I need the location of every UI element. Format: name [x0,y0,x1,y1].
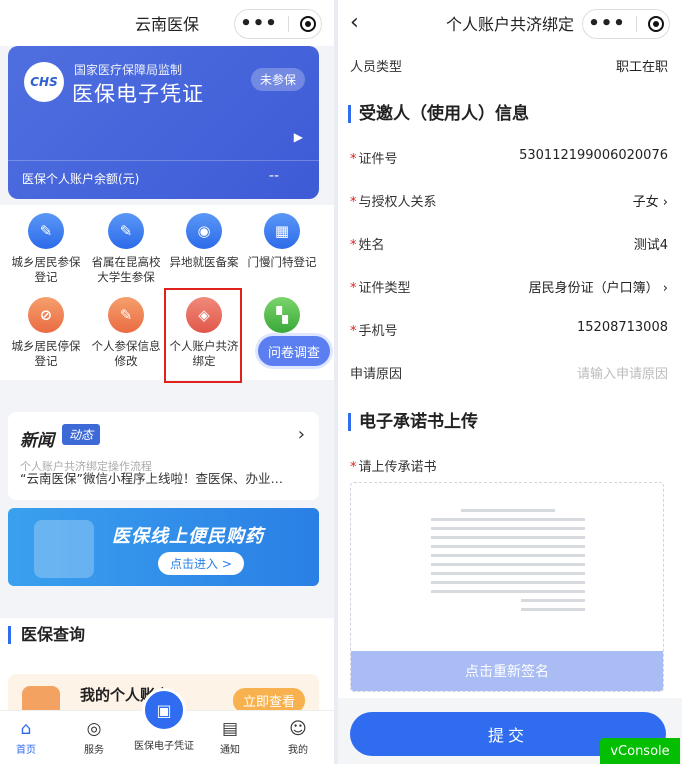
page-title: 个人账户共济绑定 [445,15,574,34]
card-title: 医保电子凭证 [72,82,204,106]
id-number-row[interactable]: * 证件号 530112199006020076 [338,140,682,174]
upload-label-row: * 请上传承诺书 [350,460,437,475]
vconsole-button[interactable]: vConsole [600,738,680,764]
edit-doc-icon: ✎ [108,297,144,333]
relationship-row[interactable]: * 与授权人关系 子女 › [338,183,682,217]
commitment-document-preview [421,497,595,647]
banner-title: 医保线上便民购药 [112,526,264,547]
tab-notice[interactable]: ▤ 通知 [200,717,260,756]
section-title-query: 医保查询 [8,626,85,644]
page-title: 云南医保 [134,15,199,34]
service-item-remote-treatment[interactable]: ◉ 异地就医备案 [164,213,244,270]
insurance-card[interactable]: CHS 国家医疗保障局监制 医保电子凭证 未参保 ▶ 医保个人账户余额(元) -… [8,46,319,199]
service-item-info-modify[interactable]: ✎ 个人参保信息修改 [86,297,166,369]
close-miniprogram-icon[interactable] [647,16,664,32]
location-pin-icon: ◉ [186,213,222,249]
chevron-right-icon: › [658,281,668,296]
stop-doc-icon: ⊘ [28,297,64,333]
shopping-cart-icon [34,520,94,578]
reason-row[interactable]: 申请原因 请输入申请原因 [338,355,682,389]
user-icon: ☺ [289,719,307,739]
service-item-stop-enroll[interactable]: ⊘ 城乡居民停保登记 [6,297,86,369]
nav-bar: 云南医保 ••• [0,0,334,46]
chs-logo: CHS [24,62,64,102]
resign-button[interactable]: 点击重新签名 [351,651,663,691]
commitment-upload-area[interactable]: 点击重新签名 [350,482,664,692]
notice-icon: ▤ [221,719,239,739]
edit-doc-icon: ✎ [28,213,64,249]
compass-icon: ◎ [86,719,102,739]
edit-doc-icon: ✎ [108,213,144,249]
nav-bar: ‹ 个人账户共济绑定 ••• [338,0,682,46]
qr-code-icon[interactable]: ▣ [142,688,186,732]
name-row[interactable]: * 姓名 测试4 [338,226,682,260]
chevron-right-icon[interactable]: › [298,424,305,445]
tab-service[interactable]: ◎ 服务 [64,717,124,756]
arrow-right-icon[interactable]: ▶ [294,130,303,144]
news-tag: 动态 [62,424,101,445]
pharmacy-banner[interactable]: 医保线上便民购药 点击进入 > [8,508,319,586]
service-item-more[interactable]: ▚ [242,297,322,339]
service-item-resident-enroll[interactable]: ✎ 城乡居民参保登记 [6,213,86,285]
survey-button[interactable]: 问卷调查 [258,336,330,366]
close-miniprogram-icon[interactable] [299,16,316,32]
status-badge: 未参保 [250,68,305,91]
home-icon: ⌂ [20,719,32,739]
apps-grid-icon: ▚ [264,297,300,333]
calendar-icon: ▦ [264,213,300,249]
mini-program-capsule: ••• [234,9,322,39]
service-item-chronic-register[interactable]: ▦ 门慢门特登记 [242,213,322,270]
section-title-upload: 电子承诺书上传 [348,413,478,431]
news-line[interactable]: “云南医保”微信小程序上线啦！查医保、办业… [20,468,310,487]
balance-value: -- [268,168,279,184]
mini-program-capsule: ••• [582,9,670,39]
person-type-row: 人员类型 职工在职 [350,60,668,75]
news-heading: 新闻 [20,431,54,451]
highlight-box [164,288,242,383]
banner-enter-button[interactable]: 点击进入 > [158,552,244,575]
balance-label: 医保个人账户余额(元) [22,172,140,186]
back-icon[interactable]: ‹ [350,10,359,35]
chevron-right-icon: › [658,195,668,210]
home-screen: 云南医保 ••• CHS 国家医疗保障局监制 医保电子凭证 未参保 ▶ 医保个人… [0,0,334,764]
card-supervisor: 国家医疗保障局监制 [74,63,183,77]
more-icon[interactable]: ••• [240,15,278,33]
reason-input[interactable]: 请输入申请原因 [577,363,668,382]
binding-form-screen: ‹ 个人账户共济绑定 ••• 人员类型 职工在职 受邀人（使用人）信息 * 证件号… [338,0,682,764]
more-icon[interactable]: ••• [588,15,626,33]
tab-e-voucher[interactable]: 医保电子凭证 [134,737,194,752]
id-type-row[interactable]: * 证件类型 居民身份证（户口簿） › [338,269,682,303]
tab-home[interactable]: ⌂ 首页 [0,717,56,756]
phone-row[interactable]: * 手机号 15208713008 [338,312,682,346]
section-title-invitee: 受邀人（使用人）信息 [348,105,529,123]
tab-mine[interactable]: ☺ 我的 [268,717,328,756]
news-card[interactable]: 新闻 动态 › 个人账户共济绑定操作流程 “云南医保”微信小程序上线啦！查医保、… [8,412,319,500]
service-item-student-enroll[interactable]: ✎ 省属在昆高校大学生参保 [86,213,166,285]
